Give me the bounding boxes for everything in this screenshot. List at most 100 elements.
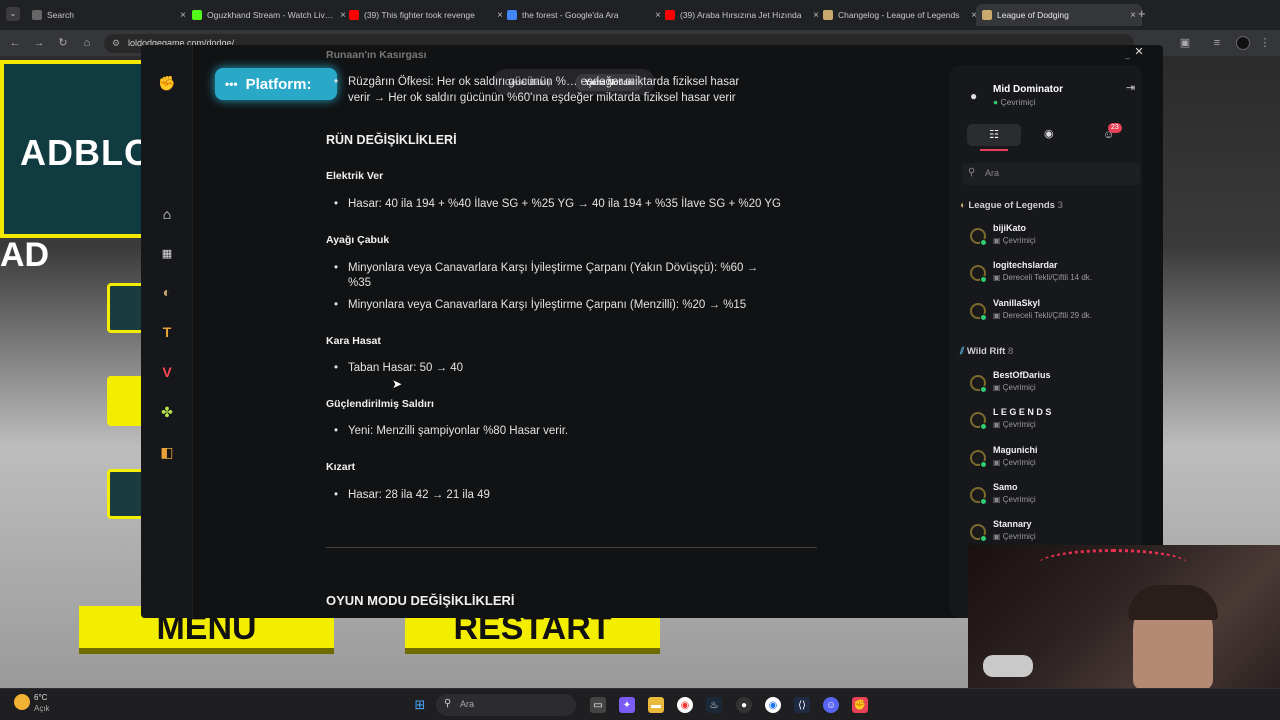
device-icon: ▣: [993, 273, 1003, 283]
device-icon: ▣: [993, 310, 1003, 320]
browser-tab[interactable]: Search ×: [26, 4, 192, 26]
browser-tab[interactable]: the forest - Google'da Ara ×: [501, 4, 667, 26]
patch-notes-content: Runaan'ın Kasırgası Rüzgârın Öfkesi: Her…: [326, 45, 826, 618]
left-navigation: ✊ ⌂ ▦ ◐ T V ✤ ◧: [141, 45, 193, 618]
browser-tab[interactable]: (39) This fighter took revenge ×: [343, 4, 509, 26]
led-strip: [1038, 549, 1188, 579]
forward-icon[interactable]: →: [32, 36, 46, 50]
riot-client-icon[interactable]: ✊: [852, 697, 868, 713]
wild-rift-icon: ⫽: [960, 346, 965, 357]
browser-tab[interactable]: Changelog - League of Legends ×: [817, 4, 983, 26]
friend-row[interactable]: logitechslardar ▣ Dereceli Tekli/Çiftli 1…: [960, 257, 1135, 291]
friends-tab-icon[interactable]: ☷: [967, 124, 1021, 146]
friend-status: ▣ Çevrimiçi: [993, 420, 1036, 430]
friend-row[interactable]: L E G E N D S ▣ Çevrimiçi: [960, 404, 1135, 438]
friend-row[interactable]: bijiKato ▣ Çevrimiçi: [960, 220, 1135, 254]
tab-favicon-icon: [982, 10, 992, 20]
site-info-icon[interactable]: ⚙: [112, 34, 120, 53]
menu-dots-icon[interactable]: ⋮: [1258, 36, 1272, 50]
home-icon[interactable]: ⌂: [157, 204, 177, 224]
runeterra-icon[interactable]: ◧: [157, 442, 177, 462]
profile-avatar[interactable]: [1236, 36, 1250, 50]
task-view-icon[interactable]: ▭: [590, 697, 606, 713]
weather-icon[interactable]: [14, 694, 30, 710]
item-title: Elektrik Ver: [326, 170, 384, 182]
friend-name: bijiKato: [993, 223, 1026, 233]
user-name[interactable]: Mid Dominator: [993, 84, 1063, 95]
friend-name: Samo: [993, 481, 1018, 492]
client-window: ✊ ⌂ ▦ ◐ T V ✤ ◧ ••• Platform: Genel Bakı…: [141, 45, 1163, 618]
mouse-cursor-icon: ➤: [392, 377, 403, 391]
online-status-dot: [980, 313, 987, 321]
tab-title: (39) Araba Hırsızına Jet Hızında: [680, 10, 802, 20]
back-icon[interactable]: ←: [8, 36, 22, 50]
friend-status: ▣ Çevrimiçi: [993, 383, 1036, 392]
online-status-dot: [980, 276, 987, 284]
collapse-panel-icon[interactable]: ⇥: [1126, 81, 1135, 94]
valorant-icon[interactable]: V: [157, 362, 177, 382]
vscode-icon[interactable]: ⟨⟩: [794, 697, 810, 713]
browser-tab[interactable]: Oguzkhand Stream - Watch Live on Kick×: [186, 4, 352, 26]
bullet-item: Taban Hasar: 50 → 40: [326, 359, 806, 377]
league-icon[interactable]: ◐: [157, 282, 177, 302]
friend-name: Stannary: [993, 519, 1032, 530]
bullet-item: Minyonlara veya Canavarlara Karşı İyileş…: [326, 259, 806, 277]
notification-badge: 23: [1108, 123, 1122, 133]
device-icon: ▣: [993, 532, 1003, 542]
device-icon: ▣: [993, 236, 1003, 245]
friend-name: L E G E N D S: [993, 407, 1052, 418]
tft-icon[interactable]: T: [157, 322, 177, 342]
browser-tab[interactable]: (39) Araba Hırsızına Jet Hızında ×: [659, 4, 825, 26]
friend-row[interactable]: BestOfDarius ▣ Çevrimiçi: [960, 367, 1135, 401]
friend-name: Magunichi: [993, 444, 1038, 455]
discord-icon[interactable]: ☺: [823, 697, 839, 713]
platform-badge[interactable]: ••• Platform:: [215, 68, 337, 100]
friend-row[interactable]: VanillaSkyl ▣ Dereceli Tekli/Çiftli 29 dk…: [960, 295, 1135, 329]
friend-search-input[interactable]: ⚲ Ara: [962, 163, 1140, 185]
close-tab-icon[interactable]: ×: [1130, 10, 1136, 21]
online-status-dot: [980, 423, 987, 431]
new-tab-icon[interactable]: +: [1138, 6, 1146, 21]
riot-logo-icon[interactable]: ✊: [157, 73, 177, 93]
tab-title: Changelog - League of Legends: [838, 10, 960, 20]
friend-row[interactable]: Samo ▣ Çevrimiçi: [960, 479, 1135, 513]
minimize-window-icon[interactable]: –: [1125, 53, 1130, 63]
online-status-dot: [980, 386, 987, 393]
extensions-icon[interactable]: ▣: [1178, 36, 1192, 50]
user-icon: ●: [970, 89, 978, 103]
reload-icon[interactable]: ↻: [56, 36, 70, 50]
bullet-item: Hasar: 28 ila 42 → 21 ila 49: [326, 486, 806, 504]
file-explorer-icon[interactable]: ▬: [648, 697, 664, 713]
home-icon[interactable]: ⌂: [80, 36, 94, 50]
chrome-icon[interactable]: ◉: [677, 697, 693, 713]
start-icon[interactable]: ⊞: [412, 697, 428, 713]
library-grid-icon[interactable]: ▦: [157, 243, 177, 263]
online-status-dot: [980, 497, 987, 505]
game-mode-heading: OYUN MODU DEĞİŞİKLİKLERİ: [326, 593, 515, 608]
dots-icon: •••: [225, 77, 238, 91]
app-icon[interactable]: ●: [736, 697, 752, 713]
taskbar-search[interactable]: ⚲ Ara: [436, 694, 576, 716]
browser-tab[interactable]: League of Dodging ×: [976, 4, 1142, 26]
chat-tab-icon[interactable]: ◉: [1044, 127, 1054, 140]
2xko-icon[interactable]: ✤: [157, 402, 177, 422]
tab-search-dropdown-icon[interactable]: ⌄: [6, 7, 20, 21]
group-header-lol[interactable]: ◐ League of Legends 3: [960, 200, 1063, 211]
streamer-hair: [1128, 585, 1218, 620]
friend-status: ▣ Dereceli Tekli/Çiftli 14 dk.: [993, 273, 1092, 283]
rune-changes-heading: RÜN DEĞİŞİKLİKLERİ: [326, 133, 457, 147]
chrome-profile-icon[interactable]: ◉: [765, 697, 781, 713]
user-status: ● Çevrimiçi: [993, 97, 1036, 107]
platform-label: Platform:: [245, 75, 312, 93]
friend-row[interactable]: Magunichi ▣ Çevrimiçi: [960, 442, 1135, 476]
tab-title: Oguzkhand Stream - Watch Live on Kick: [207, 10, 335, 20]
copilot-icon[interactable]: ✦: [619, 697, 635, 713]
steam-icon[interactable]: ♨: [706, 697, 722, 713]
online-status-dot: [980, 460, 987, 468]
group-header-wr[interactable]: ⫽ Wild Rift 8: [960, 346, 1013, 357]
friend-status: ▣ Çevrimiçi: [993, 457, 1036, 467]
device-icon: ▣: [993, 420, 1003, 430]
online-status-dot: [980, 239, 987, 246]
tab-search-icon[interactable]: ≡: [1210, 36, 1224, 50]
weather-temp: 6°C: [34, 693, 48, 702]
